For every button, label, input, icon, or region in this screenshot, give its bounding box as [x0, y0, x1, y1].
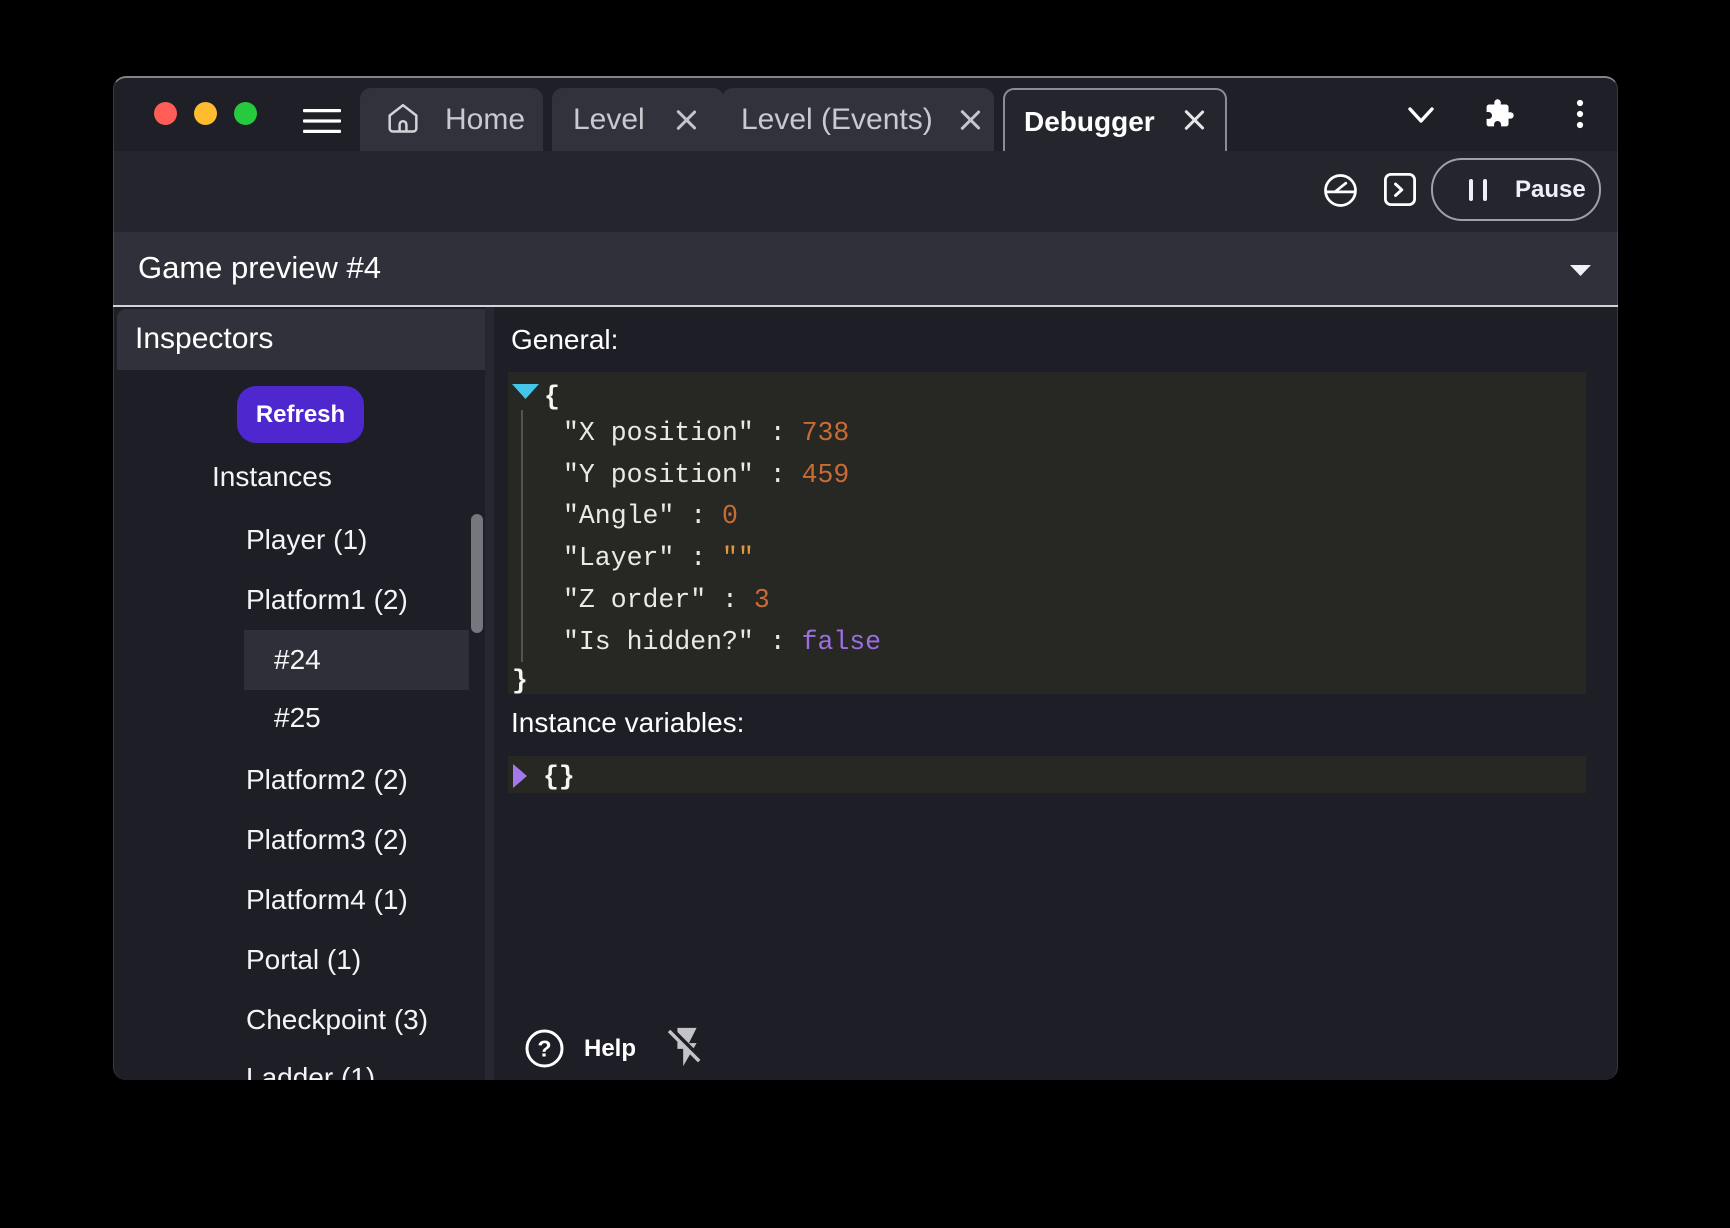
- svg-text:?: ?: [537, 1036, 551, 1062]
